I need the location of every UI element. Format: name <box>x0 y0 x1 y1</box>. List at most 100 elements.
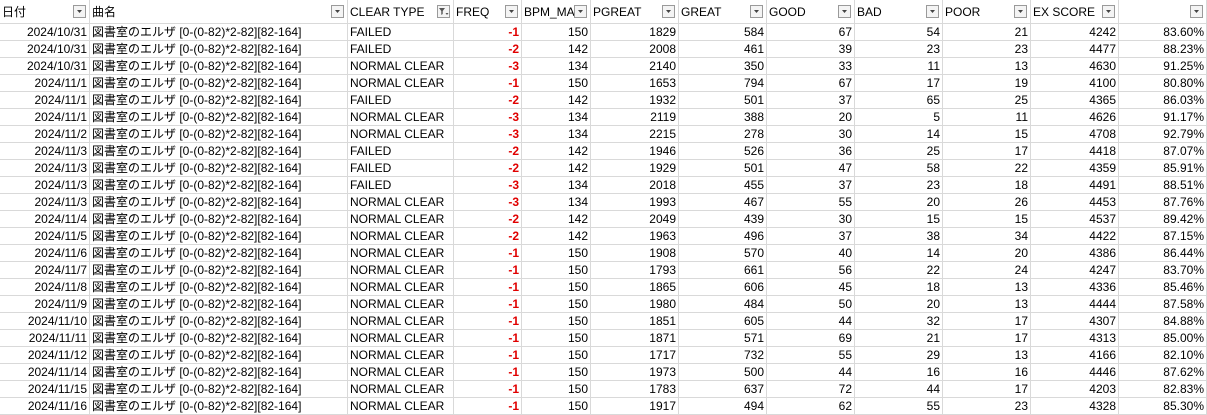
cell-date[interactable]: 2024/10/31 <box>0 24 90 41</box>
cell-rate[interactable]: 82.10% <box>1119 347 1207 364</box>
cell-ex-score[interactable]: 4418 <box>1031 143 1119 160</box>
cell-song[interactable]: 図書室のエルザ [0-(0-82)*2-82][82-164] <box>90 313 348 330</box>
cell-song[interactable]: 図書室のエルザ [0-(0-82)*2-82][82-164] <box>90 347 348 364</box>
cell-good[interactable]: 36 <box>767 143 855 160</box>
cell-great[interactable]: 496 <box>679 228 767 245</box>
cell-date[interactable]: 2024/11/7 <box>0 262 90 279</box>
cell-date[interactable]: 2024/11/11 <box>0 330 90 347</box>
cell-song[interactable]: 図書室のエルザ [0-(0-82)*2-82][82-164] <box>90 75 348 92</box>
cell-great[interactable]: 461 <box>679 41 767 58</box>
cell-bpm[interactable]: 150 <box>522 245 591 262</box>
cell-pgreat[interactable]: 1973 <box>591 364 679 381</box>
dropdown-icon[interactable] <box>750 5 763 18</box>
dropdown-icon[interactable] <box>331 5 344 18</box>
cell-bpm[interactable]: 142 <box>522 211 591 228</box>
cell-good[interactable]: 37 <box>767 92 855 109</box>
cell-date[interactable]: 2024/11/15 <box>0 381 90 398</box>
cell-date[interactable]: 2024/11/1 <box>0 75 90 92</box>
cell-ex-score[interactable]: 4203 <box>1031 381 1119 398</box>
cell-rate[interactable]: 85.91% <box>1119 160 1207 177</box>
cell-clear-type[interactable]: NORMAL CLEAR <box>348 364 454 381</box>
cell-date[interactable]: 2024/10/31 <box>0 41 90 58</box>
cell-freq[interactable]: -2 <box>454 160 522 177</box>
cell-date[interactable]: 2024/11/3 <box>0 160 90 177</box>
cell-pgreat[interactable]: 1993 <box>591 194 679 211</box>
cell-great[interactable]: 605 <box>679 313 767 330</box>
cell-bpm[interactable]: 150 <box>522 313 591 330</box>
cell-bad[interactable]: 29 <box>855 347 943 364</box>
cell-date[interactable]: 2024/10/31 <box>0 58 90 75</box>
cell-bad[interactable]: 54 <box>855 24 943 41</box>
cell-great[interactable]: 501 <box>679 92 767 109</box>
cell-rate[interactable]: 87.07% <box>1119 143 1207 160</box>
cell-bad[interactable]: 14 <box>855 245 943 262</box>
cell-rate[interactable]: 86.44% <box>1119 245 1207 262</box>
cell-freq[interactable]: -1 <box>454 330 522 347</box>
cell-bad[interactable]: 15 <box>855 211 943 228</box>
cell-pgreat[interactable]: 1653 <box>591 75 679 92</box>
cell-song[interactable]: 図書室のエルザ [0-(0-82)*2-82][82-164] <box>90 381 348 398</box>
cell-poor[interactable]: 26 <box>943 194 1031 211</box>
cell-ex-score[interactable]: 4336 <box>1031 279 1119 296</box>
cell-freq[interactable]: -2 <box>454 228 522 245</box>
cell-freq[interactable]: -1 <box>454 398 522 415</box>
cell-bpm[interactable]: 134 <box>522 126 591 143</box>
cell-song[interactable]: 図書室のエルザ [0-(0-82)*2-82][82-164] <box>90 296 348 313</box>
cell-rate[interactable]: 85.30% <box>1119 398 1207 415</box>
cell-great[interactable]: 467 <box>679 194 767 211</box>
cell-bpm[interactable]: 142 <box>522 143 591 160</box>
cell-great[interactable]: 570 <box>679 245 767 262</box>
cell-ex-score[interactable]: 4365 <box>1031 92 1119 109</box>
cell-good[interactable]: 50 <box>767 296 855 313</box>
cell-date[interactable]: 2024/11/12 <box>0 347 90 364</box>
cell-good[interactable]: 62 <box>767 398 855 415</box>
cell-great[interactable]: 661 <box>679 262 767 279</box>
cell-ex-score[interactable]: 4247 <box>1031 262 1119 279</box>
cell-rate[interactable]: 87.62% <box>1119 364 1207 381</box>
cell-bad[interactable]: 55 <box>855 398 943 415</box>
cell-great[interactable]: 637 <box>679 381 767 398</box>
cell-rate[interactable]: 91.17% <box>1119 109 1207 126</box>
cell-freq[interactable]: -1 <box>454 262 522 279</box>
cell-pgreat[interactable]: 1865 <box>591 279 679 296</box>
cell-pgreat[interactable]: 1932 <box>591 92 679 109</box>
cell-date[interactable]: 2024/11/3 <box>0 194 90 211</box>
cell-song[interactable]: 図書室のエルザ [0-(0-82)*2-82][82-164] <box>90 92 348 109</box>
cell-bad[interactable]: 17 <box>855 75 943 92</box>
cell-freq[interactable]: -1 <box>454 364 522 381</box>
cell-freq[interactable]: -3 <box>454 177 522 194</box>
cell-poor[interactable]: 11 <box>943 109 1031 126</box>
cell-clear-type[interactable]: NORMAL CLEAR <box>348 381 454 398</box>
cell-freq[interactable]: -2 <box>454 41 522 58</box>
cell-ex-score[interactable]: 4491 <box>1031 177 1119 194</box>
cell-great[interactable]: 606 <box>679 279 767 296</box>
cell-song[interactable]: 図書室のエルザ [0-(0-82)*2-82][82-164] <box>90 364 348 381</box>
cell-pgreat[interactable]: 2018 <box>591 177 679 194</box>
cell-good[interactable]: 55 <box>767 347 855 364</box>
cell-poor[interactable]: 17 <box>943 330 1031 347</box>
cell-poor[interactable]: 13 <box>943 296 1031 313</box>
cell-clear-type[interactable]: NORMAL CLEAR <box>348 109 454 126</box>
cell-song[interactable]: 図書室のエルザ [0-(0-82)*2-82][82-164] <box>90 279 348 296</box>
cell-clear-type[interactable]: NORMAL CLEAR <box>348 245 454 262</box>
cell-ex-score[interactable]: 4453 <box>1031 194 1119 211</box>
cell-clear-type[interactable]: NORMAL CLEAR <box>348 211 454 228</box>
cell-freq[interactable]: -1 <box>454 296 522 313</box>
cell-rate[interactable]: 89.42% <box>1119 211 1207 228</box>
cell-clear-type[interactable]: NORMAL CLEAR <box>348 126 454 143</box>
cell-rate[interactable]: 83.70% <box>1119 262 1207 279</box>
cell-song[interactable]: 図書室のエルザ [0-(0-82)*2-82][82-164] <box>90 194 348 211</box>
cell-clear-type[interactable]: NORMAL CLEAR <box>348 75 454 92</box>
cell-good[interactable]: 72 <box>767 381 855 398</box>
cell-clear-type[interactable]: NORMAL CLEAR <box>348 58 454 75</box>
cell-ex-score[interactable]: 4359 <box>1031 160 1119 177</box>
cell-bpm[interactable]: 134 <box>522 58 591 75</box>
cell-clear-type[interactable]: FAILED <box>348 41 454 58</box>
cell-clear-type[interactable]: NORMAL CLEAR <box>348 194 454 211</box>
cell-pgreat[interactable]: 2119 <box>591 109 679 126</box>
cell-bpm[interactable]: 150 <box>522 279 591 296</box>
dropdown-icon[interactable] <box>662 5 675 18</box>
cell-date[interactable]: 2024/11/14 <box>0 364 90 381</box>
cell-date[interactable]: 2024/11/5 <box>0 228 90 245</box>
cell-date[interactable]: 2024/11/8 <box>0 279 90 296</box>
